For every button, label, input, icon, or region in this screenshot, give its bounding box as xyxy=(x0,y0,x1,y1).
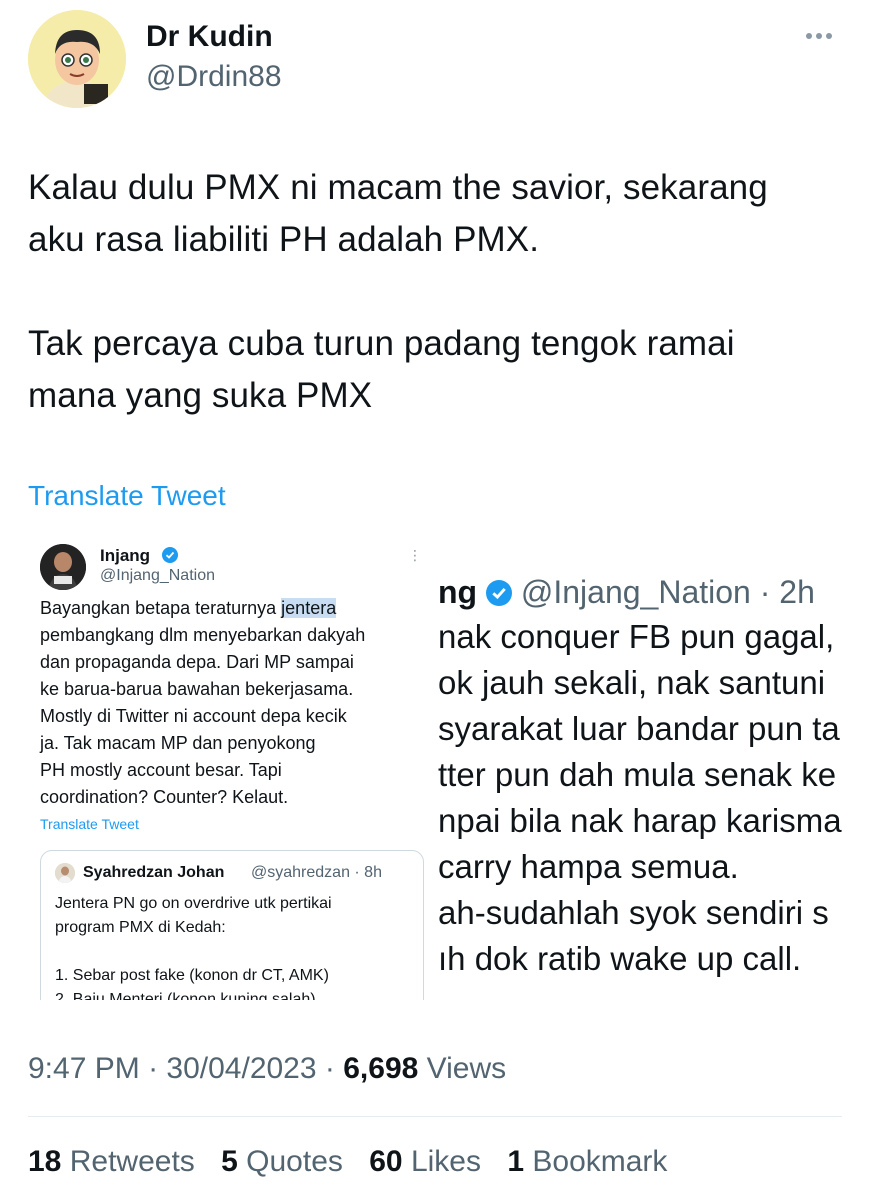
injang-text-line: dan propaganda depa. Dari MP sampai xyxy=(40,652,354,672)
views-label: Views xyxy=(426,1052,507,1085)
injang-text-line: ja. Tak macam MP dan penyokong xyxy=(40,733,316,753)
injang-text-line: pembangkang dlm menyebarkan dakyah xyxy=(40,625,366,645)
injang-text-line: coordination? Counter? Kelaut. xyxy=(40,787,289,807)
quote-text-line: 2. Baju Menteri (konon kuning salah)... xyxy=(55,991,329,1000)
likes-stat[interactable]: 60 Likes xyxy=(369,1145,481,1178)
more-options-icon: ⋮ xyxy=(408,547,422,563)
tweet-date[interactable]: 30/04/2023 xyxy=(166,1052,316,1085)
right-text-line: syarakat luar bandar pun ta xyxy=(438,710,840,747)
tweet-meta: 9:47 PM · 30/04/2023 · 6,698 Views xyxy=(28,1052,507,1085)
right-text-line: npai bila nak harap karisma xyxy=(438,802,842,839)
injang-text-line: PH mostly account besar. Tapi xyxy=(40,760,282,780)
quote-text-line: 1. Sebar post fake (konon dr CT, AMK) xyxy=(55,967,329,984)
tweet-time[interactable]: 9:47 PM xyxy=(28,1052,140,1085)
tweet-text-line: mana yang suka PMX xyxy=(28,376,373,415)
right-text-line: ok jauh sekali, nak santuni xyxy=(438,664,826,701)
more-options-icon[interactable] xyxy=(804,24,842,48)
translate-tweet-link[interactable]: Translate Tweet xyxy=(28,480,226,512)
screenshot-right: ng @Injang_Nation · 2h nak conquer FB pu… xyxy=(438,530,846,1000)
author-name[interactable]: Dr Kudin xyxy=(146,20,273,54)
right-text-line: carry hampa semua. xyxy=(438,848,739,885)
injang-name: Injang xyxy=(100,546,151,565)
injang-text-line: ke barua-barua bawahan bekerjasama. xyxy=(40,679,354,699)
tweet-text-line: Tak percaya cuba turun padang tengok ram… xyxy=(28,324,735,363)
injang-translate-link: Translate Tweet xyxy=(40,816,139,832)
quotes-stat[interactable]: 5 Quotes xyxy=(221,1145,343,1178)
tweet-media-image[interactable]: Injang @Injang_Nation ⋮ Bayangkan betapa… xyxy=(28,530,846,1000)
quote-author-name: Syahredzan Johan xyxy=(83,864,225,881)
author-handle[interactable]: @Drdin88 xyxy=(146,60,282,94)
views-count: 6,698 xyxy=(343,1052,419,1085)
verified-badge-icon xyxy=(162,547,178,563)
injang-avatar xyxy=(40,544,86,590)
injang-handle: @Injang_Nation xyxy=(100,567,215,584)
verified-badge-icon xyxy=(485,580,512,606)
injang-text-line: Bayangkan betapa teraturnya jentera xyxy=(40,598,337,618)
bookmarks-stat[interactable]: 1 Bookmark xyxy=(507,1145,667,1178)
tweet-text-line: aku rasa liabiliti PH adalah PMX. xyxy=(28,220,540,259)
right-header: ng @Injang_Nation · 2h xyxy=(438,574,815,610)
author-avatar[interactable] xyxy=(28,10,126,108)
quoted-tweet-card: Syahredzan Johan @syahredzan · 8h Jenter… xyxy=(40,850,424,1000)
right-text-line: tter pun dah mula senak ke xyxy=(438,756,837,793)
tweet-text-line: Kalau dulu PMX ni macam the savior, seka… xyxy=(28,168,768,207)
right-text-line: nak conquer FB pun gagal, xyxy=(438,618,835,655)
quote-avatar xyxy=(55,863,75,883)
injang-text-line: Mostly di Twitter ni account depa kecik xyxy=(40,706,347,726)
retweets-stat[interactable]: 18 Retweets xyxy=(28,1145,195,1178)
engagement-stats: 18 Retweets 5 Quotes 60 Likes 1 Bookmark xyxy=(28,1145,685,1179)
divider xyxy=(28,1116,842,1117)
quote-text-line: program PMX di Kedah: xyxy=(55,919,226,936)
screenshot-left: Injang @Injang_Nation ⋮ Bayangkan betapa… xyxy=(28,530,428,1000)
quote-text-line: Jentera PN go on overdrive utk pertikai xyxy=(55,895,332,912)
right-text-line: ıh dok ratib wake up call. xyxy=(438,940,802,977)
right-text-line: ah-sudahlah syok sendiri s xyxy=(438,894,829,931)
quote-author-handle: @syahredzan · 8h xyxy=(251,864,382,881)
